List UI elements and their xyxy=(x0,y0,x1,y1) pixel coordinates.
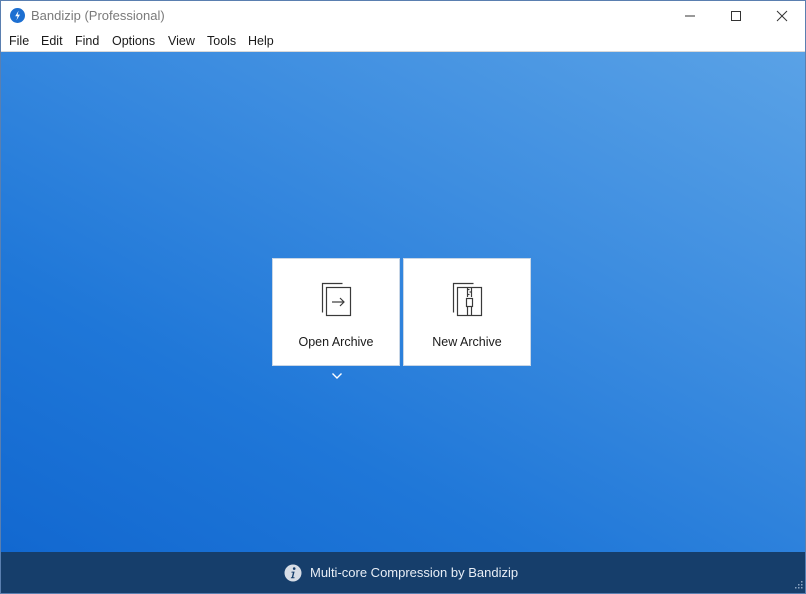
maximize-icon xyxy=(731,11,741,21)
title-bar[interactable]: Bandizip (Professional) xyxy=(1,1,805,31)
bandizip-logo-icon[interactable] xyxy=(10,8,25,23)
close-button[interactable] xyxy=(759,1,805,31)
menu-bar: File Edit Find Options View Tools Help xyxy=(1,31,805,52)
status-bar: Multi-core Compression by Bandizip xyxy=(1,552,805,593)
app-window: Bandizip (Professional) File Edit Find O… xyxy=(0,0,806,594)
start-panel: Open Archive New Archive xyxy=(1,52,805,552)
open-archive-icon xyxy=(321,282,352,317)
menu-help[interactable]: Help xyxy=(248,34,274,48)
menu-file[interactable]: File xyxy=(9,34,29,48)
new-archive-icon xyxy=(452,282,483,317)
new-archive-label: New Archive xyxy=(432,335,502,349)
menu-find[interactable]: Find xyxy=(75,34,99,48)
window-title: Bandizip (Professional) xyxy=(31,8,165,23)
open-archive-button[interactable]: Open Archive xyxy=(272,258,400,366)
chevron-down-icon[interactable] xyxy=(330,371,344,381)
maximize-button[interactable] xyxy=(713,1,759,31)
status-text: Multi-core Compression by Bandizip xyxy=(310,565,519,580)
menu-tools[interactable]: Tools xyxy=(207,34,236,48)
info-icon xyxy=(284,564,302,582)
resize-grip-icon[interactable] xyxy=(793,581,803,591)
open-archive-label: Open Archive xyxy=(298,335,374,349)
menu-edit[interactable]: Edit xyxy=(41,34,63,48)
new-archive-button[interactable]: New Archive xyxy=(403,258,531,366)
menu-view[interactable]: View xyxy=(168,34,195,48)
minimize-icon xyxy=(685,15,695,17)
close-icon xyxy=(776,10,788,22)
minimize-button[interactable] xyxy=(667,1,713,31)
menu-options[interactable]: Options xyxy=(112,34,155,48)
